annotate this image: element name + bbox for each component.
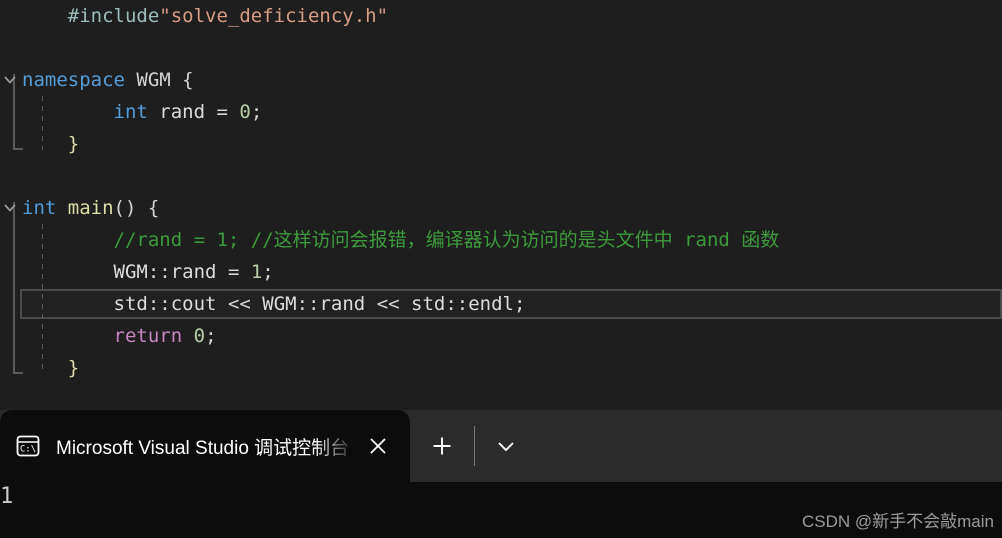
terminal-output-area[interactable]: 1 CSDN @新手不会敲main [0, 482, 1002, 538]
code-token: WGM { [124, 69, 194, 91]
close-icon[interactable] [356, 424, 400, 468]
code-token: :: [296, 293, 320, 315]
code-token: ; [250, 101, 263, 123]
tab-dropdown-button[interactable] [475, 410, 537, 482]
code-token: //rand = 1; //这样访问会报错，编译器认为访问的是头文件中 rand… [113, 229, 780, 251]
code-token: #include [67, 5, 160, 27]
code-token: << [365, 293, 412, 315]
code-line[interactable] [0, 32, 1002, 64]
code-line[interactable]: std::cout << WGM::rand << std::endl; [0, 288, 1002, 320]
code-token: 1 [250, 261, 263, 283]
code-line-text: } [0, 352, 79, 384]
code-token: cout [170, 293, 217, 315]
code-line-text: return 0; [0, 320, 217, 352]
terminal-tab-title: Microsoft Visual Studio 调试控制台 [56, 437, 350, 459]
code-token: WGM [113, 261, 148, 283]
csdn-watermark: CSDN @新手不会敲main [802, 512, 994, 531]
new-tab-button[interactable] [410, 410, 474, 482]
code-token: int [113, 101, 148, 123]
code-token: :: [445, 293, 469, 315]
code-line[interactable]: } [0, 352, 1002, 384]
code-token: rand [319, 293, 366, 315]
code-line[interactable]: } [0, 128, 1002, 160]
code-line-list: #include"solve_deficiency.h" namespace WG… [0, 0, 1002, 384]
code-token: :: [147, 261, 171, 283]
terminal-output-text: 1 [0, 484, 14, 509]
terminal-tab-active[interactable]: C:\ Microsoft Visual Studio 调试控制台 [0, 410, 410, 482]
code-token: = [205, 101, 240, 123]
chevron-down-icon[interactable] [3, 64, 19, 96]
code-token: << [216, 293, 263, 315]
screen: #include"solve_deficiency.h" namespace WG… [0, 0, 1002, 538]
code-line-text: namespace WGM { [0, 64, 194, 96]
code-token: return [113, 325, 183, 347]
plus-icon [433, 437, 451, 455]
svg-text:C:\: C:\ [20, 445, 36, 455]
code-token: main [67, 197, 114, 219]
code-line[interactable]: namespace WGM { [0, 64, 1002, 96]
code-line-text: } [0, 128, 79, 160]
code-line[interactable]: WGM::rand = 1; [0, 256, 1002, 288]
code-token: ; [205, 325, 217, 347]
code-token: namespace [22, 69, 125, 91]
terminal-tab-bar: C:\ Microsoft Visual Studio 调试控制台 [0, 410, 1002, 482]
code-token: WGM [262, 293, 297, 315]
code-token: std [411, 293, 446, 315]
code-line[interactable]: int rand = 0; [0, 96, 1002, 128]
code-token: std [113, 293, 148, 315]
code-token: ; [262, 261, 274, 283]
code-token: 0 [193, 325, 206, 347]
code-line-text: std::cout << WGM::rand << std::endl; [0, 288, 526, 320]
code-token: = [216, 261, 251, 283]
code-token: () { [113, 197, 160, 219]
code-line[interactable]: #include"solve_deficiency.h" [0, 0, 1002, 32]
code-token: } [67, 357, 80, 379]
code-line-text: int main() { [0, 192, 159, 224]
code-token: 0 [239, 101, 251, 123]
code-token: rand [159, 101, 206, 123]
code-token: :: [147, 293, 171, 315]
code-token: int [22, 197, 57, 219]
code-line[interactable] [0, 160, 1002, 192]
code-token: rand [170, 261, 217, 283]
code-line-text: #include"solve_deficiency.h" [0, 0, 388, 32]
code-line-text: //rand = 1; //这样访问会报错，编译器认为访问的是头文件中 rand… [0, 224, 780, 256]
code-token: "solve_deficiency.h" [159, 5, 389, 27]
code-line[interactable]: int main() { [0, 192, 1002, 224]
code-token: } [67, 133, 80, 155]
chevron-down-icon[interactable] [3, 192, 19, 224]
code-token: ; [514, 293, 526, 315]
command-prompt-icon: C:\ [14, 432, 42, 460]
code-token: endl [468, 293, 514, 315]
code-line-text: WGM::rand = 1; [0, 256, 274, 288]
code-line[interactable]: return 0; [0, 320, 1002, 352]
code-line[interactable]: //rand = 1; //这样访问会报错，编译器认为访问的是头文件中 rand… [0, 224, 1002, 256]
code-editor[interactable]: #include"solve_deficiency.h" namespace WG… [0, 0, 1002, 410]
code-line-text: int rand = 0; [0, 96, 263, 128]
terminal-window: C:\ Microsoft Visual Studio 调试控制台 1 CSDN… [0, 410, 1002, 538]
chevron-down-icon [498, 442, 514, 452]
